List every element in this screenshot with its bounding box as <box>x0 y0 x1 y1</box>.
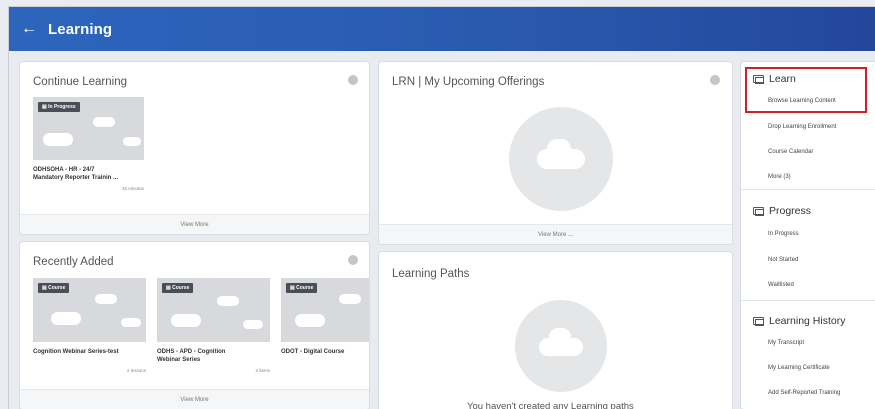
cloud-icon <box>243 320 263 329</box>
status-badge: ▤ In Progress <box>38 102 80 112</box>
divider <box>741 300 875 301</box>
cloud-icon <box>95 294 117 304</box>
card-options-icon[interactable] <box>348 75 358 85</box>
waitlisted-link[interactable]: Waitlisted <box>768 282 794 288</box>
card-options-icon[interactable] <box>710 75 720 85</box>
course-calendar-link[interactable]: Course Calendar <box>768 149 813 155</box>
card-title: Continue Learning <box>33 76 127 88</box>
history-section-title: Learning History <box>753 315 845 327</box>
history-icon <box>753 317 764 326</box>
course-duration: 45 minutes <box>121 186 144 191</box>
course-meta: 3 items <box>255 368 270 373</box>
progress-section-title: Progress <box>753 205 811 217</box>
view-more-button[interactable]: View More <box>20 389 369 409</box>
learning-paths-card: Learning Paths You haven't created any L… <box>378 251 733 409</box>
course-title-line-2[interactable]: Mandatory Reporter Trainin ... <box>33 174 153 182</box>
badge-label: In Progress <box>48 104 76 110</box>
course-badge: ▤ Course <box>38 283 70 293</box>
card-options-icon[interactable] <box>348 255 358 265</box>
cloud-icon <box>339 294 361 304</box>
cloud-icon <box>549 328 571 346</box>
app-frame: ← Learning Continue Learning ▤ In Progre… <box>8 6 875 409</box>
add-self-reported-training-link[interactable]: Add Self-Reported Training <box>768 390 840 396</box>
cloud-icon <box>295 314 325 327</box>
course-thumbnail[interactable]: ▤ In Progress <box>33 97 144 160</box>
card-title: LRN | My Upcoming Offerings <box>392 76 545 88</box>
card-title: Learning Paths <box>392 268 470 280</box>
course-title-line-1[interactable]: ODHSOHA - HR - 24/7 <box>33 166 153 174</box>
course-meta: 2 lessons <box>126 368 146 373</box>
course-thumbnail[interactable]: ▤ Course <box>33 278 146 342</box>
highlight-box <box>745 67 867 113</box>
course-badge: ▤ Course <box>162 283 194 293</box>
view-more-button[interactable]: View More ... <box>379 224 732 244</box>
browse-learning-content-link[interactable]: Browse Learning Content <box>768 98 836 104</box>
not-started-link[interactable]: Not Started <box>768 257 798 263</box>
page-title: Learning <box>48 20 113 38</box>
progress-title: Progress <box>769 205 812 217</box>
app-header: ← Learning <box>9 7 875 51</box>
learning-sidebar: Learn Browse Learning Content Drop Learn… <box>740 61 875 409</box>
in-progress-link[interactable]: In Progress <box>768 231 799 237</box>
drop-learning-enrollment-link[interactable]: Drop Learning Enrollment <box>768 124 836 130</box>
my-learning-certificate-link[interactable]: My Learning Certificate <box>768 365 830 371</box>
badge-label: Course <box>296 285 314 291</box>
cloud-icon <box>123 137 141 146</box>
view-more-button[interactable]: View More <box>20 214 369 234</box>
my-transcript-link[interactable]: My Transcript <box>768 340 804 346</box>
course-badge: ▤ Course <box>286 283 318 293</box>
recently-added-card: Recently Added ▤ Course Cognition Webina… <box>19 241 370 409</box>
back-arrow-icon[interactable]: ← <box>21 21 37 37</box>
course-title-line-1[interactable]: ODHS - APD - Cognition <box>157 348 277 356</box>
course-title-line-1[interactable]: Cognition Webinar Series-test <box>33 348 153 356</box>
more-link[interactable]: More (3) <box>768 174 791 180</box>
cloud-icon <box>51 312 81 325</box>
badge-label: Course <box>48 285 66 291</box>
empty-state-illustration <box>515 300 607 392</box>
upcoming-offerings-card: LRN | My Upcoming Offerings View More ..… <box>378 61 733 245</box>
empty-state-illustration <box>509 107 613 211</box>
divider <box>741 189 875 190</box>
course-thumbnail[interactable]: ▤ Course <box>157 278 270 342</box>
cloud-icon <box>171 314 201 327</box>
progress-icon <box>753 207 764 216</box>
cloud-icon <box>43 133 73 146</box>
cloud-icon <box>217 296 239 306</box>
continue-learning-card: Continue Learning ▤ In Progress ODHSOHA … <box>19 61 370 235</box>
card-title: Recently Added <box>33 256 114 268</box>
history-title: Learning History <box>769 315 846 327</box>
empty-state-message: You haven't created any Learning paths <box>467 401 634 409</box>
course-title-line-1[interactable]: ODOT - Digital Course <box>281 348 369 356</box>
course-title-line-2[interactable]: Webinar Series <box>157 356 277 364</box>
cloud-icon <box>121 318 141 327</box>
course-thumbnail[interactable]: ▤ Course <box>281 278 369 342</box>
cloud-icon <box>93 117 115 127</box>
cloud-icon <box>547 139 571 159</box>
badge-label: Course <box>172 285 190 291</box>
